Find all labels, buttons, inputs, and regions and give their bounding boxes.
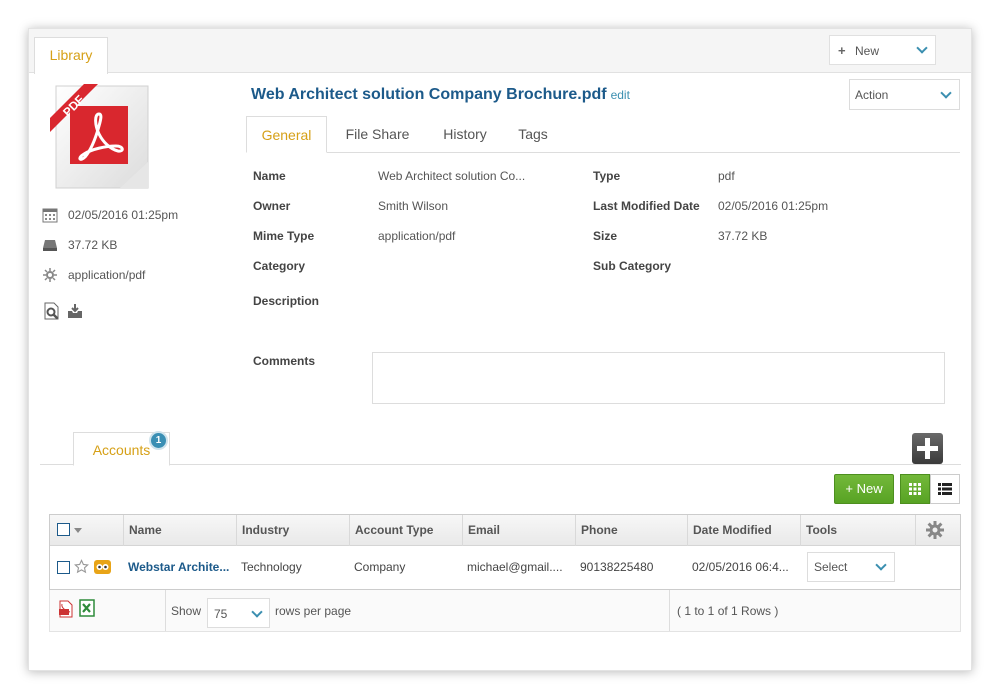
account-type: Company bbox=[354, 560, 406, 574]
tools-select-label: Select bbox=[814, 560, 848, 574]
gear-icon bbox=[43, 268, 57, 282]
account-date-modified: 02/05/2016 06:4... bbox=[692, 560, 789, 574]
tab-tags[interactable]: Tags bbox=[510, 116, 556, 153]
owner-value: Smith Wilson bbox=[378, 199, 449, 213]
owl-icon[interactable] bbox=[94, 559, 111, 574]
size-value: 37.72 KB bbox=[718, 229, 768, 243]
select-all-checkbox[interactable] bbox=[57, 523, 70, 536]
column-header-industry[interactable]: Industry bbox=[236, 515, 349, 546]
rows-per-page-label: rows per page bbox=[275, 604, 352, 618]
calendar-icon bbox=[42, 208, 58, 223]
new-dropdown[interactable]: + New bbox=[829, 35, 936, 65]
footer-divider bbox=[669, 590, 670, 631]
preview-document-icon[interactable] bbox=[43, 302, 61, 320]
column-header-date-modified[interactable]: Date Modified bbox=[687, 515, 800, 546]
comments-textarea[interactable] bbox=[372, 352, 945, 404]
accounts-count-badge: 1 bbox=[149, 431, 168, 450]
export-pdf-icon[interactable] bbox=[58, 600, 74, 618]
caret-down-icon[interactable] bbox=[74, 528, 82, 533]
grid-footer: Show 75 rows per page ( 1 to 1 of 1 Rows… bbox=[49, 590, 961, 632]
show-label: Show bbox=[171, 604, 202, 618]
hard-drive-icon bbox=[43, 240, 57, 251]
comments-label: Comments bbox=[253, 354, 316, 368]
tab-file-share[interactable]: File Share bbox=[335, 116, 420, 153]
column-header-name[interactable]: Name bbox=[123, 515, 236, 546]
column-header-email[interactable]: Email bbox=[462, 515, 575, 546]
star-icon[interactable] bbox=[74, 559, 89, 574]
name-label: Name bbox=[253, 169, 286, 183]
export-excel-icon[interactable] bbox=[79, 599, 95, 617]
list-view-button[interactable] bbox=[930, 474, 960, 504]
grid-view-button[interactable] bbox=[900, 474, 930, 504]
detail-tabs: General File Share History Tags bbox=[246, 116, 960, 153]
column-header-phone[interactable]: Phone bbox=[575, 515, 687, 546]
column-header-account-type[interactable]: Account Type bbox=[349, 515, 462, 546]
sidebar-date: 02/05/2016 01:25pm bbox=[68, 208, 179, 222]
tab-library[interactable]: Library bbox=[34, 37, 108, 74]
sidebar-mime: application/pdf bbox=[68, 268, 146, 282]
footer-divider bbox=[165, 590, 166, 631]
description-label: Description bbox=[253, 294, 320, 308]
document-title: Web Architect solution Company Brochure.… bbox=[251, 86, 630, 104]
add-relation-button[interactable] bbox=[912, 433, 943, 464]
grid-icon bbox=[909, 483, 921, 495]
name-value: Web Architect solution Co... bbox=[378, 169, 526, 183]
sub-category-label: Sub Category bbox=[593, 259, 672, 273]
accounts-grid: Name Industry Account Type Email Phone D… bbox=[49, 514, 961, 590]
sidebar-size: 37.72 KB bbox=[68, 238, 118, 252]
action-dropdown[interactable]: Action bbox=[849, 79, 960, 110]
column-header-tools: Tools bbox=[800, 515, 915, 546]
tab-history[interactable]: History bbox=[428, 116, 502, 153]
type-label: Type bbox=[593, 169, 621, 183]
mime-type-label: Mime Type bbox=[253, 229, 315, 243]
account-phone: 90138225480 bbox=[580, 560, 654, 574]
last-modified-label: Last Modified Date bbox=[593, 199, 700, 213]
rows-per-page-select[interactable]: 75 bbox=[207, 598, 270, 628]
row-checkbox[interactable] bbox=[57, 561, 70, 574]
rows-summary: ( 1 to 1 of 1 Rows ) bbox=[677, 604, 779, 618]
last-modified-value: 02/05/2016 01:25pm bbox=[718, 199, 829, 213]
rows-per-page-value: 75 bbox=[214, 607, 228, 621]
download-icon[interactable] bbox=[67, 303, 83, 319]
tools-select[interactable]: Select bbox=[807, 552, 895, 582]
account-email: michael@gmail.... bbox=[467, 560, 563, 574]
list-icon bbox=[938, 483, 952, 495]
edit-link[interactable]: edit bbox=[611, 88, 630, 102]
category-label: Category bbox=[253, 259, 306, 273]
document-title-text: Web Architect solution Company Brochure.… bbox=[251, 86, 607, 103]
mime-type-value: application/pdf bbox=[378, 229, 456, 243]
owner-label: Owner bbox=[253, 199, 291, 213]
document-detail-panel: Library + New PDF 02/05/2016 01:25pm 37.… bbox=[28, 28, 972, 671]
account-name-link[interactable]: Webstar Archite... bbox=[128, 560, 229, 574]
plus-icon: + bbox=[838, 43, 846, 58]
type-value: pdf bbox=[718, 169, 735, 183]
tab-general[interactable]: General bbox=[246, 116, 327, 153]
chevron-down-icon bbox=[251, 606, 263, 618]
new-dropdown-label: New bbox=[855, 44, 880, 58]
action-dropdown-label: Action bbox=[855, 88, 889, 102]
chevron-down-icon bbox=[940, 87, 952, 99]
new-account-button[interactable]: + New bbox=[834, 474, 894, 504]
grid-header: Name Industry Account Type Email Phone D… bbox=[50, 515, 960, 546]
account-industry: Technology bbox=[241, 560, 302, 574]
top-bar: Library + New bbox=[29, 29, 971, 74]
pdf-file-icon: PDF bbox=[50, 82, 154, 195]
chevron-down-icon bbox=[875, 559, 887, 571]
settings-gear-icon[interactable] bbox=[925, 520, 945, 540]
chevron-down-icon bbox=[916, 42, 928, 54]
size-label: Size bbox=[593, 229, 618, 243]
accounts-tab-strip: Accounts bbox=[40, 432, 961, 466]
